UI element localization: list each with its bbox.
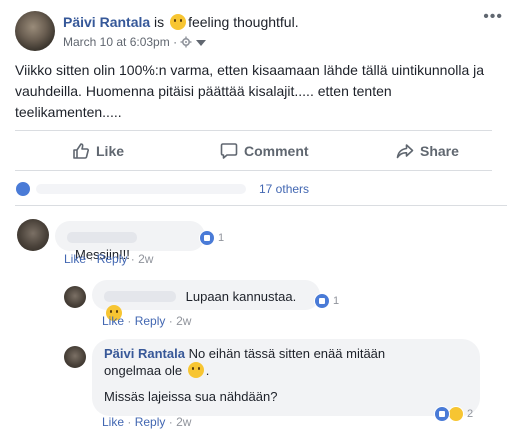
reaction-count: 2 [467,408,474,420]
share-arrow-icon [396,142,414,160]
thoughtful-emoji-icon [170,14,187,30]
comment-bubble: Lupaan kannustaa. [92,280,320,321]
share-button[interactable]: Share [396,140,459,162]
thumbs-up-icon [72,142,90,160]
author-reply-avatar[interactable] [64,346,86,368]
like-reaction-icon[interactable] [14,180,32,198]
commenter-name[interactable]: Päivi Rantala [104,346,185,361]
like-reaction-icon [314,293,330,309]
privacy-gear-icon[interactable] [180,36,192,51]
author-name[interactable]: Päivi Rantala [63,14,150,30]
comment-bubble-icon [220,142,238,160]
comment-age[interactable]: 2w [138,252,153,266]
comment-actions: Like · Reply · 2w [102,415,192,429]
comment-age[interactable]: 2w [176,415,191,429]
divider-top [15,130,492,131]
comment-reply-link[interactable]: Reply [135,314,166,328]
post-header: Päivi Rantala is feeling thoughtful. [63,14,299,30]
post-body: Viikko sitten olin 100%:n varma, etten k… [15,62,485,120]
post-timestamp[interactable]: March 10 at 6:03pm [63,35,170,49]
comment-reply-link[interactable]: Reply [97,252,128,266]
comment-reactions[interactable]: 1 [314,293,339,309]
comment-reply-link[interactable]: Reply [135,415,166,429]
reactors-names-blurred[interactable] [36,184,246,194]
is-word: is [154,14,165,30]
privacy-chevron-down-icon[interactable] [195,35,206,49]
like-label: Like [96,143,125,159]
comment-label: Comment [244,143,309,159]
like-reaction-icon [199,230,215,246]
divider-comments [15,205,507,206]
reaction-count: 1 [333,295,340,307]
comment-text: Lupaan kannustaa. [185,289,297,304]
comment-actions: Like · Reply · 2w [102,314,192,328]
reaction-others-link[interactable]: 17 others [259,182,309,196]
comment-like-link[interactable]: Like [102,314,124,328]
comment-actions: Like · Reply · 2w [64,252,154,266]
divider-middle [15,170,492,171]
comment-reactions[interactable]: 1 [199,230,224,246]
commenter-avatar[interactable] [64,286,86,308]
commenter-avatar[interactable] [17,219,49,251]
comment-age[interactable]: 2w [176,314,191,328]
comment-button[interactable]: Comment [220,140,309,162]
comment-bubble: Päivi Rantala No eihän tässä sitten enää… [92,339,480,416]
commenter-name-blurred[interactable] [67,232,137,243]
like-reaction-icon [434,406,450,422]
reaction-count: 1 [218,232,225,244]
comment-reactions[interactable]: 2 [434,406,473,422]
comment-bubble: Messiin!!! [55,221,205,262]
haha-reaction-icon [448,406,464,422]
share-label: Share [420,143,459,159]
grinning-sweat-emoji-icon [187,362,204,378]
comment-text-second: Missäs lajeissa sua nähdään? [104,389,278,404]
like-button[interactable]: Like [72,140,124,162]
meta-separator: · [173,35,178,49]
feeling-text: feeling thoughtful. [188,14,299,30]
comment-like-link[interactable]: Like [64,252,86,266]
comment-like-link[interactable]: Like [102,415,124,429]
author-avatar[interactable] [15,11,55,51]
commenter-name-blurred[interactable] [104,291,176,302]
post-meta: March 10 at 6:03pm · [63,35,206,51]
more-options-icon[interactable]: ••• [483,8,503,26]
